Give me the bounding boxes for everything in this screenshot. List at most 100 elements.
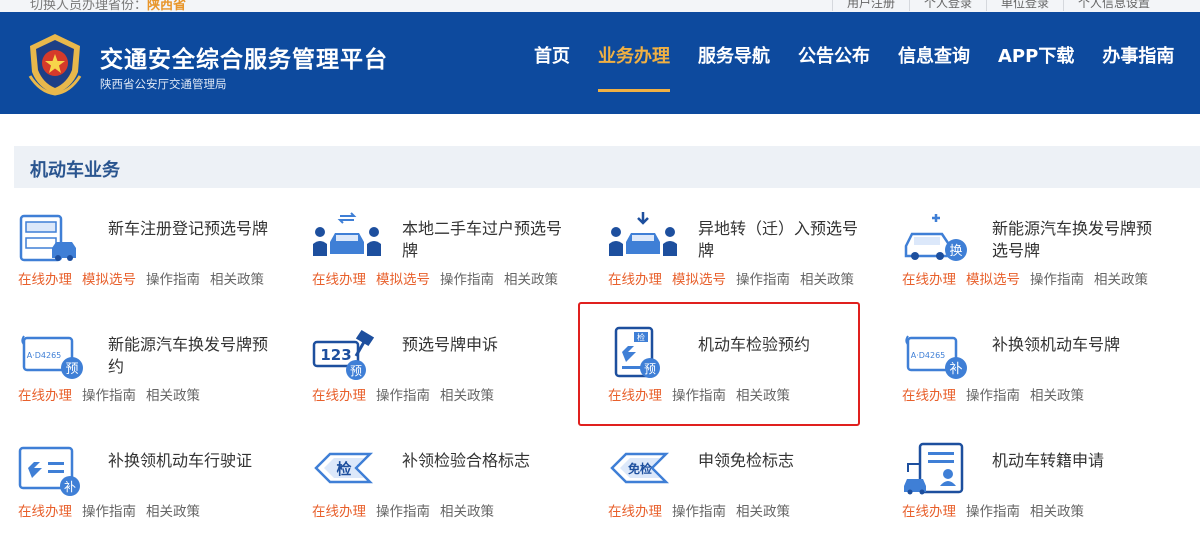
main-nav: 首页 业务办理 服务导航 公告公布 信息查询 APP下载 办事指南 [520, 12, 1188, 114]
nav-handbook[interactable]: 办事指南 [1088, 12, 1188, 114]
service-transfer-in: 异地转（迁）入预选号牌 在线办理 模拟选号 操作指南 相关政策 [608, 210, 898, 310]
policy-link[interactable]: 相关政策 [1094, 268, 1148, 288]
policy-link[interactable]: 相关政策 [736, 500, 790, 520]
service-name[interactable]: 补领检验合格标志 [402, 450, 562, 472]
policy-link[interactable]: 相关政策 [1030, 384, 1084, 404]
online-handle-link[interactable]: 在线办理 [312, 500, 366, 520]
online-handle-link[interactable]: 在线办理 [608, 268, 662, 288]
policy-link[interactable]: 相关政策 [504, 268, 558, 288]
license-replace-icon: 补 [18, 446, 80, 496]
online-handle-link[interactable]: 在线办理 [312, 268, 366, 288]
policy-link[interactable]: 相关政策 [800, 268, 854, 288]
guide-link[interactable]: 操作指南 [82, 500, 136, 520]
tag-jian: 检 [336, 460, 351, 478]
guide-link[interactable]: 操作指南 [440, 268, 494, 288]
service-links: 在线办理 操作指南 相关政策 [312, 384, 504, 404]
nav-home[interactable]: 首页 [520, 12, 584, 114]
simulate-select-link[interactable]: 模拟选号 [672, 268, 726, 288]
service-links: 在线办理 操作指南 相关政策 [902, 500, 1094, 520]
guide-link[interactable]: 操作指南 [376, 384, 430, 404]
guide-link[interactable]: 操作指南 [376, 500, 430, 520]
online-handle-link[interactable]: 在线办理 [18, 500, 72, 520]
guide-link[interactable]: 操作指南 [1030, 268, 1084, 288]
guide-link[interactable]: 操作指南 [82, 384, 136, 404]
online-handle-link[interactable]: 在线办理 [902, 268, 956, 288]
service-name[interactable]: 申领免检标志 [698, 450, 858, 472]
service-name[interactable]: 新能源汽车换发号牌预选号牌 [992, 218, 1152, 262]
service-links: 在线办理 操作指南 相关政策 [312, 500, 504, 520]
plate-appointment-icon: A·D4265 预 [21, 335, 83, 379]
online-handle-link[interactable]: 在线办理 [312, 384, 366, 404]
simulate-select-link[interactable]: 模拟选号 [82, 268, 136, 288]
simulate-select-link[interactable]: 模拟选号 [376, 268, 430, 288]
policy-link[interactable]: 相关政策 [146, 500, 200, 520]
policy-link[interactable]: 相关政策 [440, 384, 494, 404]
inspection-mark-icon: 检 [314, 452, 374, 484]
service-local-transfer: 本地二手车过户预选号牌 在线办理 模拟选号 操作指南 相关政策 [312, 210, 602, 310]
guide-link[interactable]: 操作指南 [146, 268, 200, 288]
service-links: 在线办理 操作指南 相关政策 [18, 500, 210, 520]
online-handle-link[interactable]: 在线办理 [902, 500, 956, 520]
top-bar: 切换人员办理省份：陕西省 用户注册 个人登录 单位登录 个人信息设置 [0, 0, 1200, 12]
service-ev-appointment: A·D4265 预 新能源汽车换发号牌预约 在线办理 操作指南 相关政策 [18, 326, 308, 426]
register-link[interactable]: 用户注册 [831, 0, 909, 11]
service-replace-plate: A·D4265 补 补换领机动车号牌 在线办理 操作指南 相关政策 [902, 326, 1192, 426]
service-name[interactable]: 补换领机动车号牌 [992, 334, 1152, 356]
account-links: 用户注册 个人登录 单位登录 个人信息设置 [831, 0, 1164, 11]
simulate-select-link[interactable]: 模拟选号 [966, 268, 1020, 288]
online-handle-link[interactable]: 在线办理 [18, 268, 72, 288]
service-name[interactable]: 新能源汽车换发号牌预约 [108, 334, 268, 378]
service-replace-license: 补 补换领机动车行驶证 在线办理 操作指南 相关政策 [18, 442, 308, 542]
online-handle-link[interactable]: 在线办理 [18, 384, 72, 404]
badge-bu: 补 [64, 480, 76, 494]
region-prefix: 切换人员办理省份： [30, 0, 148, 12]
ev-car-icon: 换 [904, 214, 967, 261]
nav-service-guide[interactable]: 服务导航 [684, 12, 784, 114]
region-value[interactable]: 陕西省 [147, 0, 186, 12]
service-name[interactable]: 异地转（迁）入预选号牌 [698, 218, 858, 262]
plate-appeal-icon: 123 预 [312, 329, 375, 380]
nav-app-download[interactable]: APP下载 [984, 12, 1088, 114]
company-login-link[interactable]: 单位登录 [985, 0, 1063, 11]
service-name[interactable]: 预选号牌申诉 [402, 334, 562, 356]
service-name[interactable]: 机动车转籍申请 [992, 450, 1152, 472]
site-header: 交通安全综合服务管理平台 陕西省公安厅交通管理局 首页 业务办理 服务导航 公告… [0, 12, 1200, 114]
service-new-energy-plate: 换 新能源汽车换发号牌预选号牌 在线办理 模拟选号 操作指南 相关政策 [902, 210, 1192, 310]
service-name[interactable]: 本地二手车过户预选号牌 [402, 218, 562, 262]
exempt-mark-icon: 免检 [610, 452, 670, 484]
service-links: 在线办理 模拟选号 操作指南 相关政策 [312, 268, 568, 288]
service-links: 在线办理 操作指南 相关政策 [902, 384, 1094, 404]
service-inspection-mark: 检 补领检验合格标志 在线办理 操作指南 相关政策 [312, 442, 602, 542]
tag-mianjian: 免检 [628, 461, 652, 476]
service-links: 在线办理 操作指南 相关政策 [608, 500, 800, 520]
selection-highlight [578, 302, 860, 426]
guide-link[interactable]: 操作指南 [672, 500, 726, 520]
online-handle-link[interactable]: 在线办理 [608, 500, 662, 520]
online-handle-link[interactable]: 在线办理 [902, 384, 956, 404]
policy-link[interactable]: 相关政策 [210, 268, 264, 288]
service-name[interactable]: 补换领机动车行驶证 [108, 450, 268, 472]
nav-announcements[interactable]: 公告公布 [784, 12, 884, 114]
badge-bu: 补 [949, 362, 962, 377]
car-transfer-icon [313, 212, 381, 256]
nav-info-query[interactable]: 信息查询 [884, 12, 984, 114]
policy-link[interactable]: 相关政策 [1030, 500, 1084, 520]
guide-link[interactable]: 操作指南 [736, 268, 790, 288]
nav-business[interactable]: 业务办理 [584, 12, 684, 114]
policy-link[interactable]: 相关政策 [146, 384, 200, 404]
service-links: 在线办理 模拟选号 操作指南 相关政策 [608, 268, 864, 288]
guide-link[interactable]: 操作指南 [966, 500, 1020, 520]
personal-login-link[interactable]: 个人登录 [908, 0, 986, 11]
personal-settings-link[interactable]: 个人信息设置 [1062, 0, 1164, 11]
plate-text: A·D4265 [911, 351, 946, 360]
region-switcher[interactable]: 切换人员办理省份：陕西省 [30, 0, 186, 12]
num-123: 123 [320, 346, 351, 364]
badge-yu: 预 [350, 364, 362, 378]
guide-link[interactable]: 操作指南 [966, 384, 1020, 404]
policy-link[interactable]: 相关政策 [440, 500, 494, 520]
service-links: 在线办理 操作指南 相关政策 [18, 384, 210, 404]
plate-text: A·D4265 [27, 351, 62, 360]
new-car-form-icon [19, 214, 76, 262]
service-name[interactable]: 新车注册登记预选号牌 [108, 218, 268, 240]
service-links: 在线办理 模拟选号 操作指南 相关政策 [902, 268, 1158, 288]
